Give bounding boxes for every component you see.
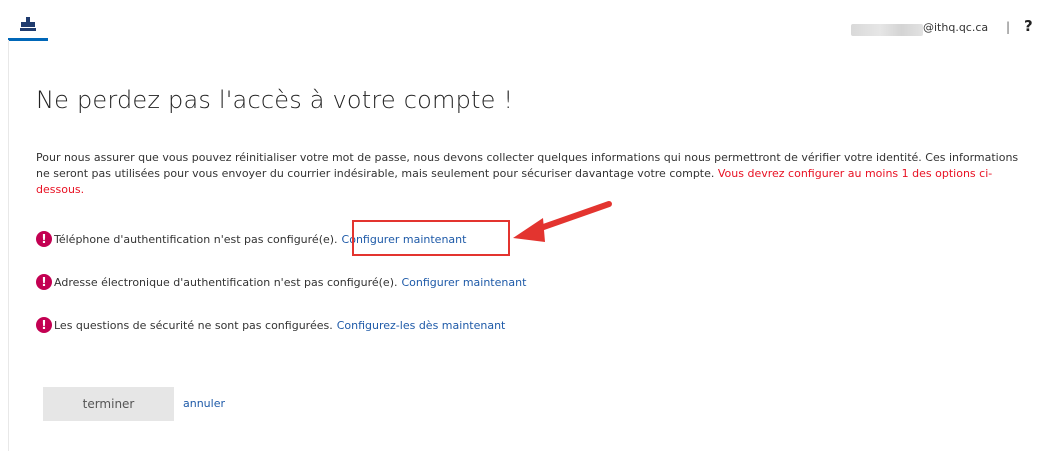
help-button[interactable]: ? (1024, 17, 1033, 35)
auth-email-status: Adresse électronique d'authentification … (54, 275, 398, 289)
alert-icon: ! (36, 274, 52, 290)
alert-icon: ! (36, 317, 52, 333)
auth-phone-status: Téléphone d'authentification n'est pas c… (54, 232, 338, 246)
header-separator: | (1006, 20, 1011, 34)
annotation-highlight-box (352, 220, 510, 256)
blurred-username (851, 24, 923, 36)
cancel-link[interactable]: annuler (183, 397, 225, 410)
auth-email-item: ! Adresse électronique d'authentificatio… (36, 273, 526, 291)
page: @ithq.qc.ca | ? Ne perdez pas l'accès à … (0, 0, 1039, 451)
top-bar: @ithq.qc.ca | ? (0, 0, 1039, 44)
security-questions-status: Les questions de sécurité ne sont pas co… (54, 318, 333, 332)
left-divider (8, 40, 9, 451)
building-icon (20, 17, 36, 31)
security-questions-item: ! Les questions de sécurité ne sont pas … (36, 316, 505, 334)
configure-email-link[interactable]: Configurer maintenant (401, 276, 526, 289)
configure-questions-link[interactable]: Configurez-les dès maintenant (337, 319, 506, 332)
annotation-arrow-icon (513, 201, 612, 242)
alert-icon: ! (36, 231, 52, 247)
org-logo[interactable] (8, 9, 48, 41)
finish-button[interactable]: terminer (43, 387, 174, 421)
page-title: Ne perdez pas l'accès à votre compte ! (36, 86, 514, 114)
intro-paragraph: Pour nous assurer que vous pouvez réinit… (36, 150, 1031, 198)
user-email-domain[interactable]: @ithq.qc.ca (923, 21, 988, 34)
